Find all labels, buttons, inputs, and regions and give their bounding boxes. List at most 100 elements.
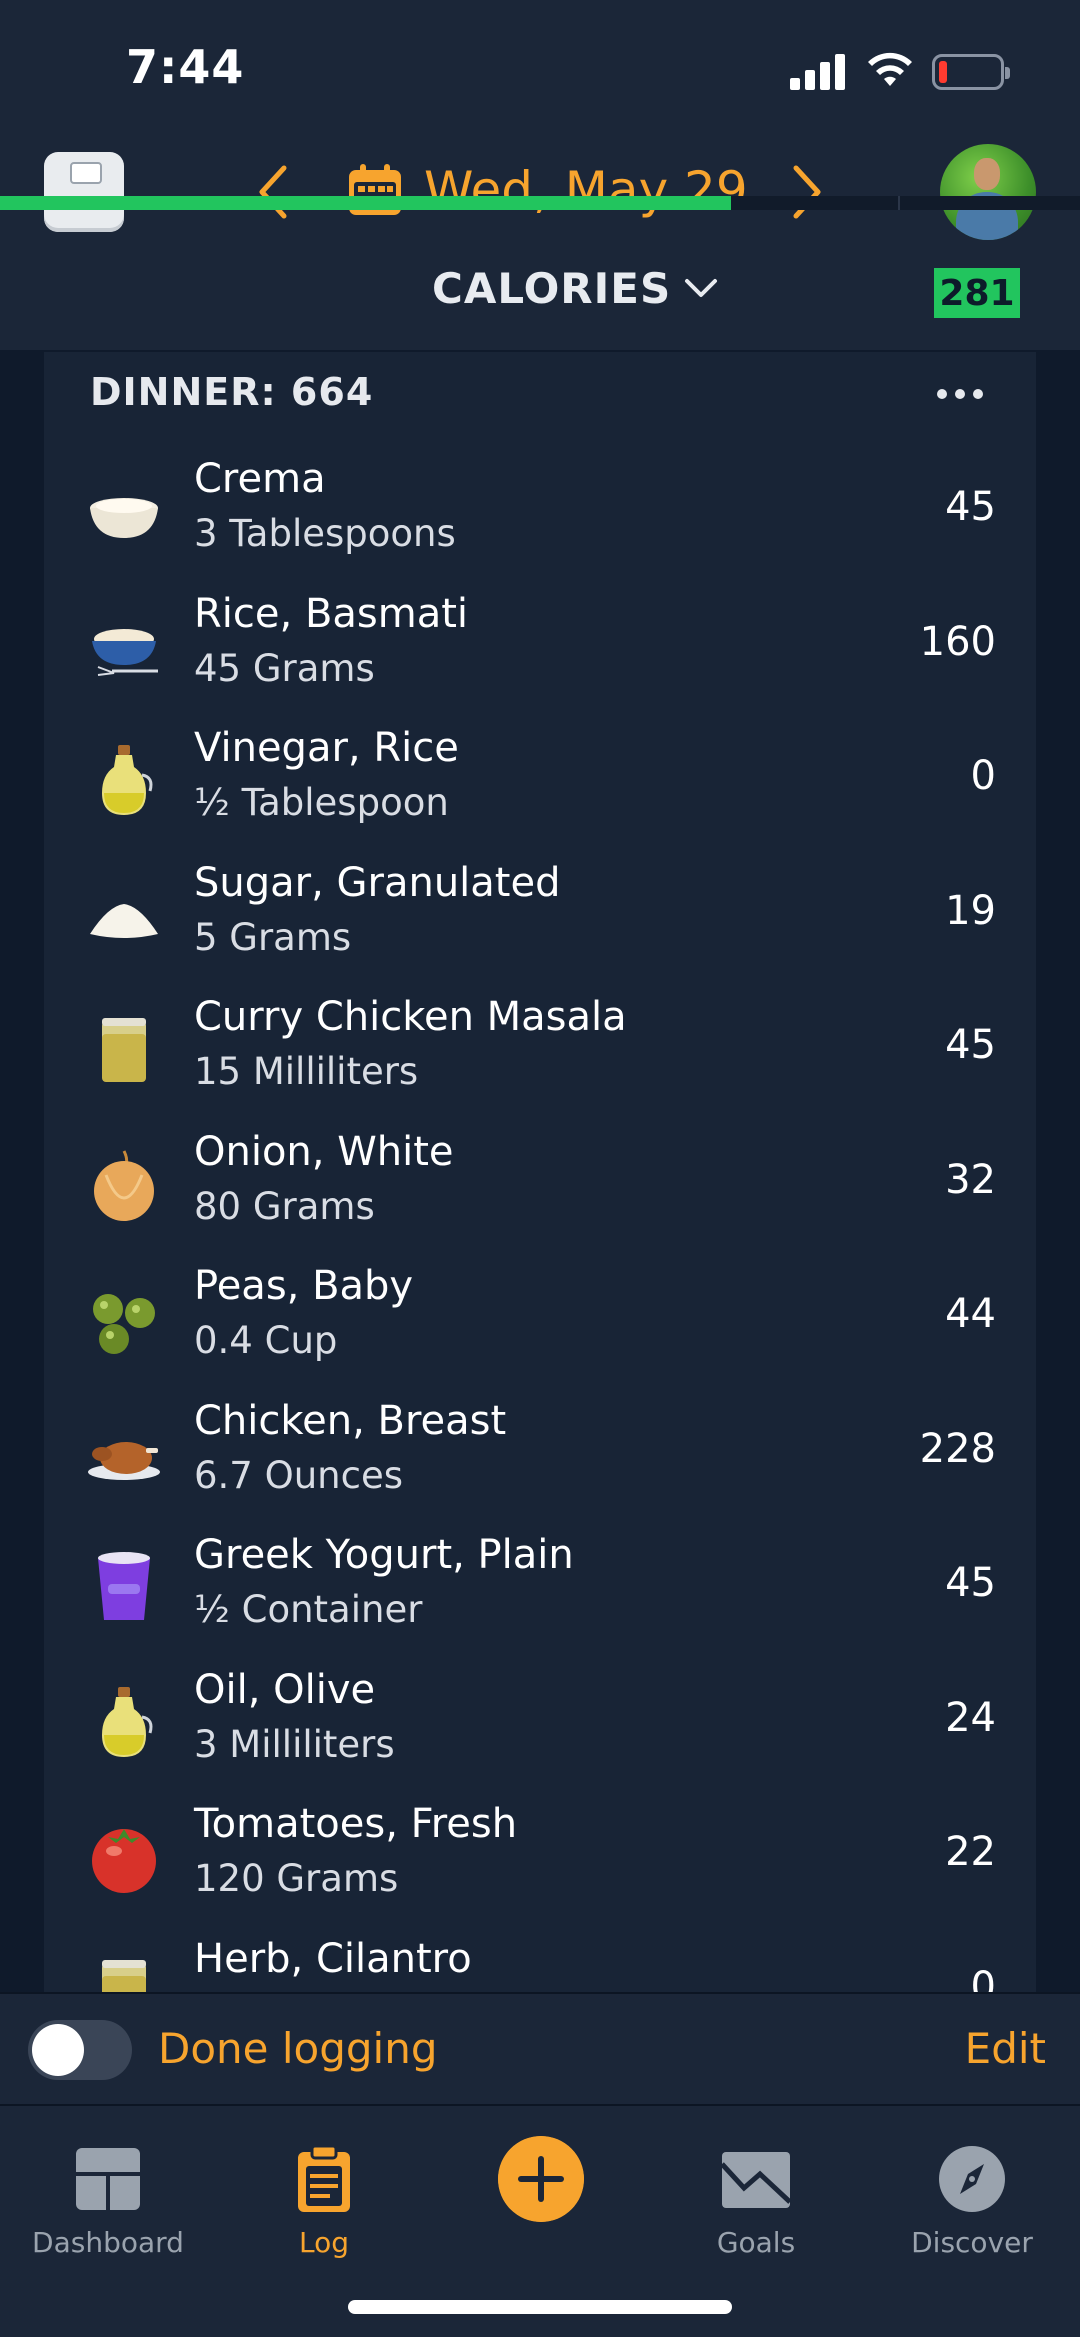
edit-button[interactable]: Edit: [965, 2024, 1046, 2073]
food-item-row[interactable]: Rice, Basmati 45 Grams 160: [44, 591, 1036, 726]
food-calories: 44: [945, 1291, 996, 1337]
sugar-pile-icon: [84, 876, 164, 956]
food-name: Peas, Baby: [194, 1263, 414, 1309]
done-logging-label: Done logging: [158, 2024, 438, 2073]
food-calories: 45: [945, 1560, 996, 1606]
food-item-row[interactable]: Onion, White 80 Grams 32: [44, 1129, 1036, 1264]
cellular-signal-icon: [790, 54, 846, 90]
status-time: 7:44: [126, 40, 245, 94]
tab-dashboard[interactable]: Dashboard: [0, 2122, 216, 2262]
food-name: Curry Chicken Masala: [194, 994, 627, 1040]
food-calories: 228: [919, 1425, 996, 1472]
onion-icon: [84, 1145, 164, 1225]
metric-label: CALORIES: [432, 264, 672, 313]
food-amount: 3 Milliliters: [194, 1722, 395, 1766]
food-calories: 24: [945, 1694, 996, 1741]
food-calories: 32: [945, 1156, 996, 1203]
food-amount: 6.7 Ounces: [194, 1453, 404, 1497]
tab-add[interactable]: [432, 2122, 648, 2262]
food-name: Chicken, Breast: [194, 1397, 507, 1444]
food-amount: 5 Grams: [194, 915, 352, 959]
food-item-row[interactable]: Sugar, Granulated 5 Grams 19: [44, 860, 1036, 995]
jar-icon: [84, 1952, 164, 1992]
food-amount: ½ Container: [194, 1588, 423, 1631]
meal-card: DINNER: 664 Crema 3 Tablespoons 45 Rice, Ba…: [44, 352, 1036, 1992]
food-item-row[interactable]: Vinegar, Rice ½ Tablespoon 0: [44, 725, 1036, 860]
battery-icon: [932, 54, 1010, 90]
food-name: Rice, Basmati: [194, 590, 469, 637]
tab-goals[interactable]: Goals: [648, 2122, 864, 2262]
food-name: Sugar, Granulated: [194, 859, 561, 906]
tab-log[interactable]: Log: [216, 2122, 432, 2262]
next-day-icon[interactable]: [784, 162, 828, 222]
goals-chart-icon: [720, 2152, 792, 2208]
food-calories: 45: [945, 484, 996, 530]
metric-selector[interactable]: CALORIES: [432, 264, 719, 313]
food-calories: 45: [945, 1022, 996, 1068]
more-options-icon[interactable]: [936, 388, 984, 400]
food-amount: 0.4 Cup: [194, 1319, 338, 1362]
calorie-progress-bar: [0, 196, 1080, 210]
meal-title: DINNER: 664: [90, 370, 374, 414]
food-calories: 22: [945, 1829, 996, 1875]
tab-label: Log: [298, 2226, 349, 2259]
roast-chicken-icon: [84, 1414, 164, 1494]
remaining-calories-badge: 281: [934, 268, 1020, 318]
chevron-down-icon: [685, 278, 718, 297]
food-name: Tomatoes, Fresh: [194, 1801, 518, 1847]
food-amount: ½ Tablespoon: [194, 781, 449, 824]
yogurt-cup-icon: [84, 1548, 164, 1628]
done-logging-bar: Done logging Edit: [0, 1992, 1080, 2104]
food-item-row[interactable]: Chicken, Breast 6.7 Ounces 228: [44, 1398, 1036, 1533]
food-calories: 19: [945, 887, 996, 934]
date-selector[interactable]: Wed, May 29: [346, 158, 748, 222]
tab-discover[interactable]: Discover: [864, 2122, 1080, 2262]
toggle-knob: [32, 2024, 84, 2076]
food-name: Herb, Cilantro: [194, 1935, 472, 1982]
tomato-icon: [84, 1817, 164, 1897]
progress-goal-marker: [898, 196, 900, 210]
food-amount: 45 Grams: [194, 646, 375, 690]
food-item-row[interactable]: Peas, Baby 0.4 Cup 44: [44, 1263, 1036, 1398]
compass-icon: [939, 2146, 1005, 2212]
food-amount: 15 Milliliters: [194, 1050, 419, 1093]
crema-bowl-icon: [84, 472, 164, 552]
oil-bottle-icon: [84, 741, 164, 821]
done-logging-toggle[interactable]: [28, 2020, 132, 2080]
status-bar: 7:44: [0, 0, 1080, 140]
peas-icon: [84, 1279, 164, 1359]
rice-bowl-icon: [84, 607, 164, 687]
food-amount: 120 Grams: [194, 1857, 399, 1900]
food-item-row[interactable]: Crema 3 Tablespoons 45: [44, 456, 1036, 591]
food-calories: 0: [970, 1963, 996, 1993]
log-clipboard-icon: [298, 2144, 350, 2212]
calorie-progress-fill: [0, 196, 732, 210]
food-name: Crema: [194, 456, 326, 502]
tab-label: Dashboard: [32, 2226, 184, 2259]
home-indicator: [348, 2300, 732, 2314]
jar-icon: [84, 1010, 164, 1090]
food-item-row[interactable]: Herb, Cilantro 0: [44, 1935, 1036, 1993]
food-calories: 160: [919, 618, 996, 665]
tab-label: Goals: [716, 2226, 796, 2259]
food-item-row[interactable]: Greek Yogurt, Plain ½ Container 45: [44, 1532, 1036, 1667]
food-item-row[interactable]: Tomatoes, Fresh 120 Grams 22: [44, 1801, 1036, 1936]
food-amount: 80 Grams: [194, 1184, 375, 1228]
food-name: Greek Yogurt, Plain: [194, 1532, 574, 1578]
food-item-row[interactable]: Oil, Olive 3 Milliliters 24: [44, 1667, 1036, 1802]
food-name: Oil, Olive: [194, 1666, 376, 1713]
food-name: Vinegar, Rice: [194, 725, 459, 771]
add-icon: [498, 2136, 584, 2222]
food-list: Crema 3 Tablespoons 45 Rice, Basmati 45 Gram…: [44, 456, 1036, 1992]
food-item-row[interactable]: Curry Chicken Masala 15 Milliliters 45: [44, 994, 1036, 1129]
dashboard-icon: [76, 2148, 140, 2210]
avatar[interactable]: [940, 144, 1036, 240]
previous-day-icon[interactable]: [252, 162, 296, 222]
oil-bottle-icon: [84, 1683, 164, 1763]
tab-label: Discover: [911, 2226, 1033, 2259]
weight-scale-icon[interactable]: [44, 152, 124, 232]
wifi-icon: [868, 52, 912, 86]
food-amount: 3 Tablespoons: [194, 512, 456, 555]
header: Wed, May 29 CALORIES 281: [0, 140, 1080, 350]
food-calories: 0: [970, 753, 996, 799]
